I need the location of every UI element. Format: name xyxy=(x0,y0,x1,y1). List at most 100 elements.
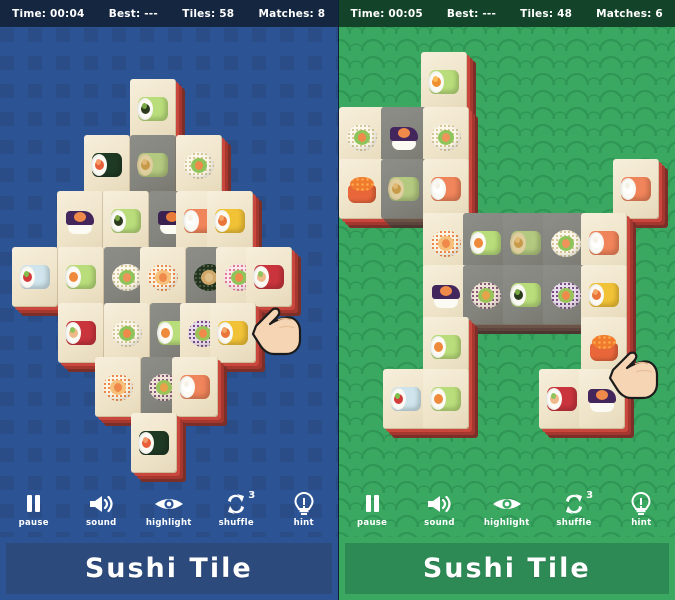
game-tile[interactable] xyxy=(84,135,139,204)
game-tile[interactable] xyxy=(380,107,436,176)
shuffle-icon xyxy=(224,491,248,516)
game-tile[interactable] xyxy=(578,369,634,438)
toolbar-button-sound[interactable]: sound xyxy=(73,491,129,528)
dual-screenshot-comparison: Time: 00:04 Best: --- Tiles: 58 Matches:… xyxy=(0,0,675,600)
sushi-tile-art xyxy=(146,262,180,292)
sushi-tile-art xyxy=(545,384,579,414)
game-tile[interactable] xyxy=(420,52,476,121)
lightbulb-icon xyxy=(631,491,651,516)
game-tile[interactable] xyxy=(140,247,195,316)
toolbar-label-hint: hint xyxy=(631,518,652,528)
sushi-tile-art xyxy=(110,262,144,292)
tile-face xyxy=(338,107,385,167)
game-tile[interactable] xyxy=(580,265,636,334)
toolbar-button-pause[interactable]: pause xyxy=(6,491,62,528)
game-tile[interactable] xyxy=(338,107,394,176)
game-title: Sushi Tile xyxy=(422,553,591,584)
hud-time: Time: 00:05 xyxy=(350,7,423,20)
toolbar-button-hint[interactable]: hint xyxy=(276,491,332,528)
tile-face xyxy=(130,135,176,195)
hud-best: Best: --- xyxy=(108,7,158,20)
sushi-tile-art xyxy=(178,372,212,402)
game-tile[interactable] xyxy=(103,191,158,260)
game-tile[interactable] xyxy=(104,303,159,372)
sushi-tile-art xyxy=(587,228,621,258)
game-tile[interactable] xyxy=(207,191,262,260)
toolbar-label-highlight: highlight xyxy=(145,518,192,528)
sushi-tile-art xyxy=(429,174,463,204)
toolbar-button-pause[interactable]: pause xyxy=(344,491,400,528)
sushi-tile-art xyxy=(136,150,170,180)
game-tile[interactable] xyxy=(422,159,478,228)
sushi-tile-art xyxy=(137,428,171,458)
sushi-tile-art xyxy=(101,372,135,402)
sushi-tile-art xyxy=(619,174,653,204)
toolbar-button-shuffle[interactable]: 3 shuffle xyxy=(208,490,264,528)
sushi-tile-art xyxy=(429,228,463,258)
tile-face xyxy=(104,303,150,363)
toolbar-right[interactable]: pause sound highlight 3 shuffle hint xyxy=(339,482,675,537)
tile-face xyxy=(422,159,469,219)
tile-layer[interactable] xyxy=(0,27,338,482)
tile-face xyxy=(612,159,659,219)
shuffle-count-badge: 3 xyxy=(248,490,256,501)
sushi-tile-art xyxy=(216,318,250,348)
game-tile[interactable] xyxy=(176,135,231,204)
hud-bar-left: Time: 00:04 Best: --- Tiles: 58 Matches:… xyxy=(0,0,338,27)
sushi-tile-art xyxy=(90,150,124,180)
toolbar-button-hint[interactable]: hint xyxy=(613,491,669,528)
lightbulb-icon xyxy=(294,491,314,516)
game-tile[interactable] xyxy=(580,213,636,282)
game-tile[interactable] xyxy=(130,79,185,148)
sushi-tile-art xyxy=(387,174,421,204)
game-tile[interactable] xyxy=(380,159,436,228)
sushi-tile-art xyxy=(64,262,98,292)
tile-face xyxy=(420,52,467,112)
hud-time: Time: 00:04 xyxy=(12,7,85,20)
game-tile[interactable] xyxy=(131,413,186,482)
toolbar-left[interactable]: pause sound highlight 3 shuffle hint xyxy=(0,482,338,537)
game-tile[interactable] xyxy=(58,247,113,316)
game-tile[interactable] xyxy=(58,303,113,372)
tile-face xyxy=(58,247,104,307)
tile-face xyxy=(103,191,149,251)
pause-icon xyxy=(27,491,41,516)
tile-face xyxy=(207,191,253,251)
tile-face xyxy=(12,247,58,307)
sushi-tile-art xyxy=(427,67,461,97)
sushi-tile-art xyxy=(549,280,583,310)
game-tile[interactable] xyxy=(130,135,185,204)
toolbar-label-sound: sound xyxy=(85,518,117,528)
tile-layer[interactable] xyxy=(338,27,675,482)
toolbar-label-pause: pause xyxy=(18,518,49,528)
game-tile[interactable] xyxy=(57,191,112,260)
sushi-tile-art xyxy=(469,280,503,310)
toolbar-label-shuffle: shuffle xyxy=(556,518,592,528)
game-tile[interactable] xyxy=(422,317,478,386)
tile-face xyxy=(578,369,625,429)
toolbar-label-shuffle: shuffle xyxy=(218,518,254,528)
game-tile[interactable] xyxy=(580,317,636,386)
game-board-right[interactable] xyxy=(338,27,675,482)
toolbar-button-highlight[interactable]: highlight xyxy=(479,491,535,528)
game-tile[interactable] xyxy=(422,107,478,176)
toolbar-label-highlight: highlight xyxy=(483,518,530,528)
game-tile[interactable] xyxy=(210,303,265,372)
game-tile[interactable] xyxy=(12,247,67,316)
toolbar-button-shuffle[interactable]: 3 shuffle xyxy=(546,490,602,528)
game-tile[interactable] xyxy=(612,159,668,228)
sushi-tile-art xyxy=(585,384,619,414)
tile-face xyxy=(422,369,469,429)
toolbar-button-sound[interactable]: sound xyxy=(411,491,467,528)
game-tile[interactable] xyxy=(172,357,227,426)
tile-face xyxy=(95,357,141,417)
tile-face xyxy=(580,317,627,377)
game-tile[interactable] xyxy=(338,159,394,228)
pause-icon xyxy=(365,491,379,516)
toolbar-label-hint: hint xyxy=(293,518,314,528)
game-tile[interactable] xyxy=(422,369,478,438)
toolbar-button-highlight[interactable]: highlight xyxy=(141,491,197,528)
game-tile[interactable] xyxy=(95,357,150,426)
game-board-left[interactable] xyxy=(0,27,338,482)
game-tile[interactable] xyxy=(246,247,301,316)
